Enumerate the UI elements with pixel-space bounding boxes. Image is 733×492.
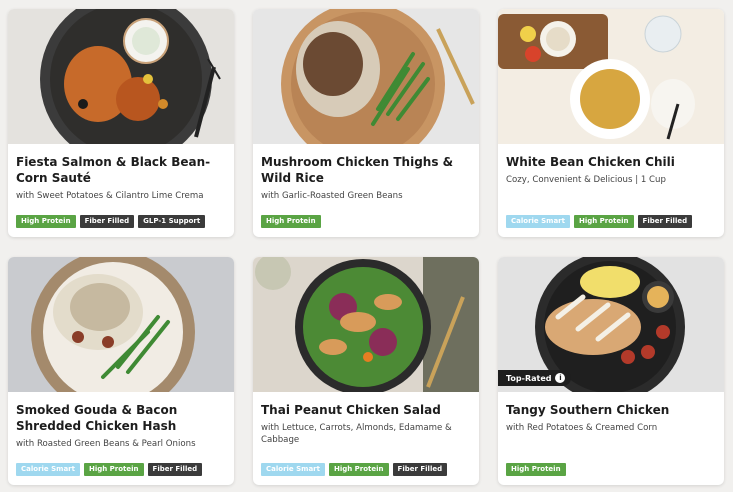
meal-title: Smoked Gouda & Bacon Shredded Chicken Ha… bbox=[16, 403, 178, 433]
tag-list: Calorie Smart High Protein Fiber Filled bbox=[506, 215, 693, 228]
meal-card-gouda-bacon-hash[interactable]: Smoked Gouda & Bacon Shredded Chicken Ha… bbox=[8, 257, 234, 485]
meal-subtitle: with Garlic-Roasted Green Beans bbox=[261, 191, 403, 201]
tag-calorie-smart: Calorie Smart bbox=[261, 463, 325, 476]
badge-label: Top-Rated bbox=[506, 373, 552, 383]
info-icon[interactable]: i bbox=[555, 373, 566, 383]
meal-image bbox=[253, 257, 479, 392]
meal-image bbox=[8, 9, 234, 144]
tag-list: Calorie Smart High Protein Fiber Filled bbox=[261, 463, 448, 476]
meal-card-tangy-southern-chicken[interactable]: Top-Rated i Tangy Southern Chicken with … bbox=[498, 257, 724, 485]
meal-card-white-bean-chili[interactable]: White Bean Chicken Chili Cozy, Convenien… bbox=[498, 9, 724, 237]
meal-subtitle: with Red Potatoes & Creamed Corn bbox=[506, 423, 658, 433]
meal-subtitle: with Roasted Green Beans & Pearl Onions bbox=[16, 439, 196, 449]
tag-fiber-filled: Fiber Filled bbox=[79, 215, 135, 228]
tag-list: High Protein Fiber Filled GLP-1 Support bbox=[16, 215, 206, 228]
meal-title: Tangy Southern Chicken bbox=[506, 403, 670, 417]
tag-high-protein: High Protein bbox=[506, 463, 566, 476]
meal-subtitle: with Sweet Potatoes & Cilantro Lime Crem… bbox=[16, 191, 204, 201]
tag-calorie-smart: Calorie Smart bbox=[16, 463, 80, 476]
meal-image: Top-Rated i bbox=[498, 257, 724, 392]
meal-subtitle: with Lettuce, Carrots, Almonds, Edamame … bbox=[261, 423, 452, 445]
meal-subtitle: Cozy, Convenient & Delicious | 1 Cup bbox=[506, 175, 666, 185]
meal-title: Fiesta Salmon & Black Bean-Corn Sauté bbox=[16, 155, 211, 185]
tag-list: High Protein bbox=[261, 215, 321, 228]
meal-card-thai-peanut-salad[interactable]: Thai Peanut Chicken Salad with Lettuce, … bbox=[253, 257, 479, 485]
meal-card-mushroom-chicken[interactable]: Mushroom Chicken Thighs & Wild Rice with… bbox=[253, 9, 479, 237]
top-rated-badge[interactable]: Top-Rated i bbox=[498, 370, 572, 386]
meal-title: Thai Peanut Chicken Salad bbox=[261, 403, 441, 417]
meal-title: White Bean Chicken Chili bbox=[506, 155, 675, 169]
tag-calorie-smart: Calorie Smart bbox=[506, 215, 570, 228]
meal-image bbox=[253, 9, 479, 144]
meal-card-fiesta-salmon[interactable]: Fiesta Salmon & Black Bean-Corn Sauté wi… bbox=[8, 9, 234, 237]
tag-fiber-filled: Fiber Filled bbox=[147, 463, 203, 476]
meal-image bbox=[498, 9, 724, 144]
tag-high-protein: High Protein bbox=[328, 463, 389, 476]
tag-fiber-filled: Fiber Filled bbox=[392, 463, 448, 476]
tag-high-protein: High Protein bbox=[573, 215, 634, 228]
meal-title: Mushroom Chicken Thighs & Wild Rice bbox=[261, 155, 454, 185]
tag-high-protein: High Protein bbox=[16, 215, 76, 228]
tag-high-protein: High Protein bbox=[83, 463, 144, 476]
tag-high-protein: High Protein bbox=[261, 215, 321, 228]
tag-list: Calorie Smart High Protein Fiber Filled bbox=[16, 463, 203, 476]
tag-list: High Protein bbox=[506, 463, 566, 476]
tag-glp1-support: GLP-1 Support bbox=[138, 215, 206, 228]
meal-image bbox=[8, 257, 234, 392]
tag-fiber-filled: Fiber Filled bbox=[637, 215, 693, 228]
